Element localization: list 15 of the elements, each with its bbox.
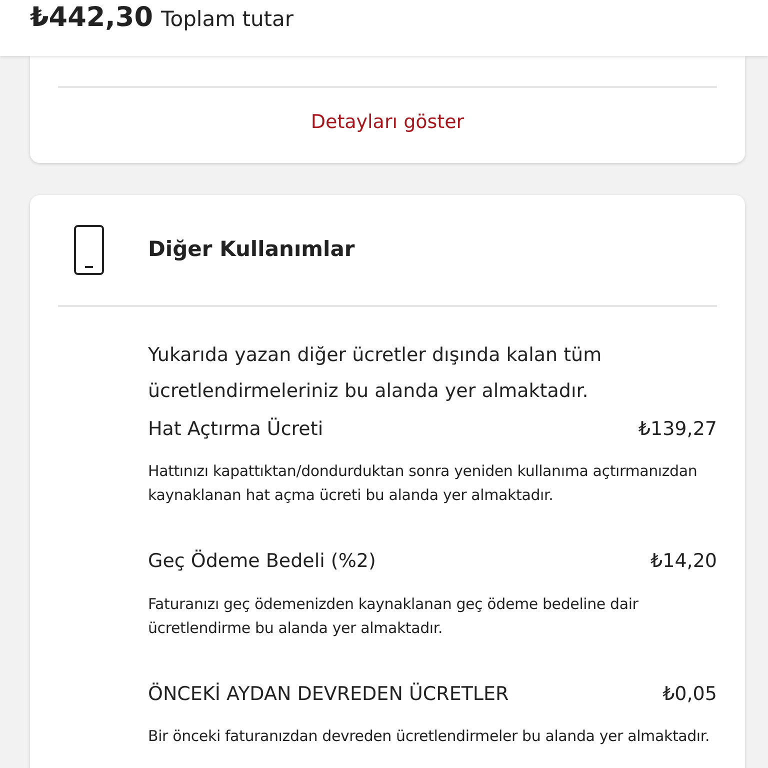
charge-amount: ₺0,05	[662, 682, 717, 706]
phone-icon	[74, 224, 104, 274]
charge-note: Hattınızı kapattıktan/dondurduktan sonra yeniden kullanıma açtırmanızdan kaynaklanan hat açma ücreti bu alanda yer almaktadır.	[148, 461, 698, 506]
section-title: Diğer Kullanımlar	[148, 236, 355, 263]
show-details-link[interactable]: Detayları göster	[310, 108, 464, 136]
charge-name: Hat Açtırma Ücreti	[148, 416, 324, 442]
section-description: Yukarıda yazan diğer ücretler dışında kalan tüm ücretlendirmeleriniz bu alanda yer almaktadır.	[148, 342, 603, 404]
total-amount: ₺442,30	[30, 1, 153, 35]
charge-name: ÖNCEKİ AYDAN DEVREDEN ÜCRETLER	[148, 682, 509, 706]
charge-amount: ₺139,27	[638, 416, 717, 442]
charge-amount: ₺14,20	[650, 549, 717, 574]
charge-note: Bir önceki faturanızdan devreden ücretlendirmeler bu alanda yer almaktadır.	[148, 726, 711, 747]
charge-name: Geç Ödeme Bedeli (%2)	[148, 548, 376, 574]
charge-note: Faturanızı geç ödemenizden kaynaklanan geç ödeme bedeline dair ücretlendirme bu alanda yer almaktadır.	[148, 594, 640, 638]
total-label: Toplam tutar	[160, 6, 294, 33]
